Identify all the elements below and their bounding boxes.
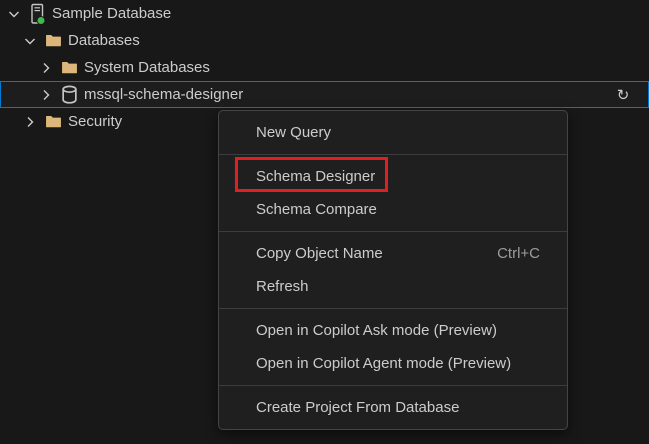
tree-item-sample-database[interactable]: Sample Database xyxy=(0,0,649,27)
folder-icon xyxy=(44,111,62,133)
chevron-right-icon[interactable] xyxy=(38,60,54,76)
menu-item-label: Schema Designer xyxy=(256,168,375,185)
folder-icon xyxy=(44,30,62,52)
menu-item-label: Create Project From Database xyxy=(256,399,459,416)
refresh-icon[interactable]: ↻ xyxy=(615,87,631,103)
database-icon xyxy=(60,84,78,106)
menu-item-label: Copy Object Name xyxy=(256,245,383,262)
tree-item-databases[interactable]: Databases xyxy=(0,27,649,54)
menu-separator xyxy=(219,308,567,309)
tree-item-label: Sample Database xyxy=(52,5,171,22)
tree-item-mssql-schema-designer[interactable]: mssql-schema-designer ↻ xyxy=(0,81,649,108)
folder-icon xyxy=(60,57,78,79)
tree-item-system-databases[interactable]: System Databases xyxy=(0,54,649,81)
menu-item-new-query[interactable]: New Query xyxy=(219,116,567,149)
menu-item-schema-designer[interactable]: Schema Designer xyxy=(219,160,567,193)
menu-separator xyxy=(219,154,567,155)
tree-item-label: mssql-schema-designer xyxy=(84,86,243,103)
context-menu: New Query Schema Designer Schema Compare… xyxy=(218,110,568,430)
menu-item-copy-object-name[interactable]: Copy Object Name Ctrl+C xyxy=(219,237,567,270)
chevron-down-icon[interactable] xyxy=(6,6,22,22)
tree-item-label: Security xyxy=(68,113,122,130)
menu-item-label: Refresh xyxy=(256,278,309,295)
menu-separator xyxy=(219,385,567,386)
menu-separator xyxy=(219,231,567,232)
menu-item-schema-compare[interactable]: Schema Compare xyxy=(219,193,567,226)
chevron-right-icon[interactable] xyxy=(38,87,54,103)
server-icon xyxy=(28,3,46,25)
menu-item-label: Open in Copilot Ask mode (Preview) xyxy=(256,322,497,339)
menu-item-label: New Query xyxy=(256,124,331,141)
menu-item-create-project-from-database[interactable]: Create Project From Database xyxy=(219,391,567,424)
menu-item-label: Schema Compare xyxy=(256,201,377,218)
menu-item-refresh[interactable]: Refresh xyxy=(219,270,567,303)
chevron-right-icon[interactable] xyxy=(22,114,38,130)
menu-item-copilot-ask-mode[interactable]: Open in Copilot Ask mode (Preview) xyxy=(219,314,567,347)
chevron-down-icon[interactable] xyxy=(22,33,38,49)
menu-item-shortcut: Ctrl+C xyxy=(497,245,540,262)
tree-item-label: System Databases xyxy=(84,59,210,76)
menu-item-copilot-agent-mode[interactable]: Open in Copilot Agent mode (Preview) xyxy=(219,347,567,380)
tree-item-label: Databases xyxy=(68,32,140,49)
menu-item-label: Open in Copilot Agent mode (Preview) xyxy=(256,355,511,372)
